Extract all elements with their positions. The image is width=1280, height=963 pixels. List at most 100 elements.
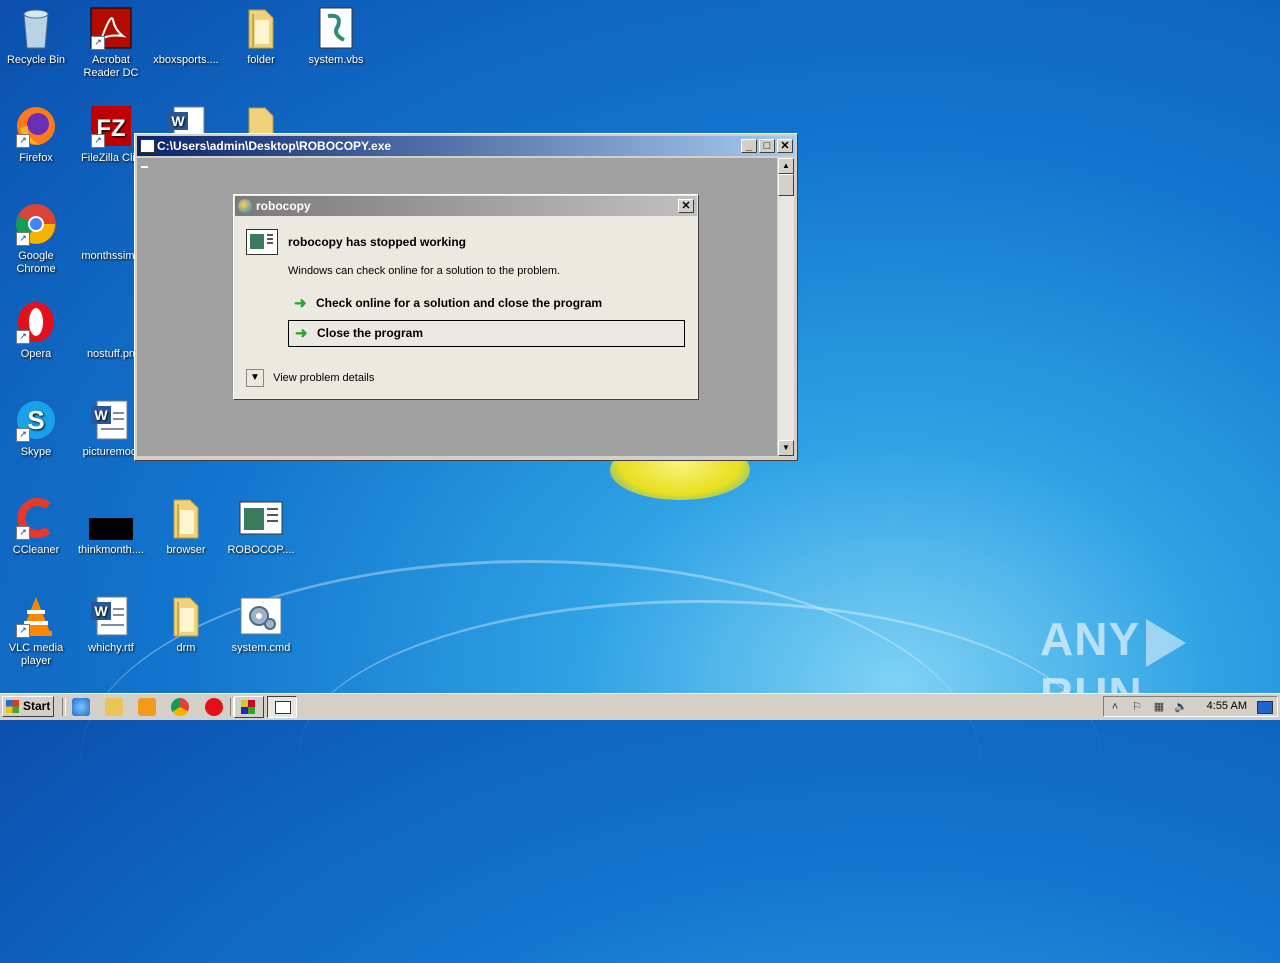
chrome-taskbar-icon[interactable] [171, 698, 189, 716]
word-doc-icon: W [89, 398, 133, 442]
dialog-app-icon [238, 199, 252, 213]
desktop: { "desktop": { "icons": [ {"label": "Rec… [0, 0, 1280, 720]
desktop-icon-robocopy[interactable]: ROBOCOP.... [223, 496, 299, 557]
acrobat-icon: ↗ [89, 6, 133, 50]
dialog-close-button[interactable]: ✕ [678, 199, 694, 213]
media-player-icon[interactable] [138, 698, 156, 716]
skype-icon: S ↗ [14, 398, 58, 442]
taskbar-robocopy-button[interactable] [267, 696, 297, 718]
dialog-heading: robocopy has stopped working [288, 235, 467, 249]
chrome-icon: ↗ [14, 202, 58, 246]
svg-text:W: W [94, 603, 108, 619]
console-cursor [141, 166, 148, 168]
explorer-icon[interactable] [105, 698, 123, 716]
program-icon [246, 229, 278, 255]
console-app-icon [140, 139, 155, 153]
speaker-icon[interactable]: 🔈 [1174, 700, 1188, 714]
desktop-icon-ccleaner[interactable]: ↗ CCleaner [0, 496, 74, 557]
folder-icon [164, 496, 208, 540]
scroll-up-button[interactable]: ▲ [778, 158, 794, 174]
shortcut-arrow-icon: ↗ [16, 134, 30, 148]
dialog-message: Windows can check online for a solution … [288, 265, 561, 277]
dialog-title: robocopy [256, 199, 311, 213]
system-tray: ˄ ⚐ ▦ 🔈 4:55 AM [1103, 696, 1278, 717]
console-app-icon [275, 701, 291, 714]
blank-file-icon [89, 202, 133, 246]
blank-file-icon [89, 300, 133, 344]
console-title: C:\Users\admin\Desktop\ROBOCOPY.exe [157, 139, 392, 153]
view-details-toggle[interactable]: ▼ View problem details [246, 369, 374, 389]
network-icon[interactable]: ▦ [1152, 700, 1166, 714]
vlc-icon: ↗ [14, 594, 58, 638]
close-program-label: Close the program [317, 326, 424, 340]
scroll-down-button[interactable]: ▼ [778, 440, 794, 456]
desktop-icon-folder[interactable]: folder [223, 6, 299, 67]
desktop-icon-vlc[interactable]: ↗ VLC media player [0, 594, 74, 668]
clock[interactable]: 4:55 AM [1207, 697, 1247, 716]
check-online-label: Check online for a solution and close th… [316, 296, 603, 310]
desktop-icon-thinkmonth[interactable]: thinkmonth.... [73, 496, 149, 557]
taskbar-app-button[interactable] [234, 696, 264, 718]
desktop-icon-system-cmd[interactable]: system.cmd [223, 594, 299, 655]
desktop-icon-skype[interactable]: S ↗ Skype [0, 398, 74, 459]
desktop-icon-browser[interactable]: browser [148, 496, 224, 557]
app-grid-icon [241, 700, 255, 714]
ccleaner-icon: ↗ [14, 496, 58, 540]
ie-icon[interactable] [72, 698, 90, 716]
shortcut-arrow-icon: ↗ [91, 36, 105, 50]
close-button[interactable]: ✕ [777, 139, 793, 153]
action-center-flag-icon[interactable]: ⚐ [1130, 700, 1144, 714]
minimize-button[interactable]: _ [741, 139, 757, 153]
shortcut-arrow-icon: ↗ [91, 134, 105, 148]
desktop-icon-opera[interactable]: ↗ Opera [0, 300, 74, 361]
desktop-icon-firefox[interactable]: ↗ Firefox [0, 104, 74, 165]
maximize-button[interactable]: □ [759, 139, 775, 153]
desktop-icon-whichy[interactable]: W whichy.rtf [73, 594, 149, 655]
green-arrow-icon: ➜ [295, 325, 308, 342]
check-online-button[interactable]: ➜ Check online for a solution and close … [288, 291, 685, 318]
svg-text:W: W [94, 407, 108, 423]
shortcut-arrow-icon: ↗ [16, 330, 30, 344]
exe-icon [239, 496, 283, 540]
word-doc-icon: W [89, 594, 133, 638]
cmd-gear-icon [239, 594, 283, 638]
view-details-label: View problem details [273, 372, 375, 384]
taskbar-separator [62, 698, 66, 716]
desktop-icon-recycle-bin[interactable]: Recycle Bin [0, 6, 74, 67]
desktop-icon-xboxsports[interactable]: xboxsports.... [148, 6, 224, 67]
shortcut-arrow-icon: ↗ [16, 526, 30, 540]
recycle-bin-icon [14, 6, 58, 50]
vbs-script-icon [314, 6, 358, 50]
start-button[interactable]: Start [2, 696, 54, 717]
console-scrollbar[interactable]: ▲ ▼ [778, 158, 794, 456]
firefox-icon: ↗ [14, 104, 58, 148]
wallpaper-streak [300, 600, 1100, 903]
start-label: Start [23, 699, 51, 713]
opera-icon: ↗ [14, 300, 58, 344]
console-titlebar[interactable]: C:\Users\admin\Desktop\ROBOCOPY.exe _ □ … [137, 136, 795, 156]
play-logo-icon [1146, 618, 1187, 667]
folder-icon [164, 594, 208, 638]
taskbar: Start ˄ ⚐ ▦ 🔈 4:55 AM [0, 693, 1280, 720]
close-program-button[interactable]: ➜ Close the program [288, 320, 685, 347]
blank-file-icon [164, 6, 208, 50]
shortcut-arrow-icon: ↗ [16, 624, 30, 638]
chevron-down-icon[interactable]: ▼ [246, 369, 264, 388]
filezilla-icon: FZ ↗ [89, 104, 133, 148]
error-dialog[interactable]: robocopy ✕ robocopy has stopped working … [233, 194, 699, 400]
svg-text:W: W [171, 113, 185, 129]
shortcut-arrow-icon: ↗ [16, 428, 30, 442]
desktop-icon-system-vbs[interactable]: system.vbs [298, 6, 374, 67]
opera-taskbar-icon[interactable] [205, 698, 223, 716]
black-file-icon [88, 496, 134, 540]
desktop-icon-drm[interactable]: drm [148, 594, 224, 655]
scroll-thumb[interactable] [778, 174, 794, 196]
dialog-titlebar[interactable]: robocopy ✕ [235, 196, 697, 216]
desktop-icon-chrome[interactable]: ↗ Google Chrome [0, 202, 74, 276]
chevron-up-icon[interactable]: ˄ [1108, 700, 1122, 714]
shortcut-arrow-icon: ↗ [16, 232, 30, 246]
folder-icon [239, 6, 283, 50]
windows-logo-icon [6, 700, 19, 713]
show-desktop-icon[interactable] [1257, 701, 1273, 714]
desktop-icon-acrobat[interactable]: ↗ Acrobat Reader DC [73, 6, 149, 80]
